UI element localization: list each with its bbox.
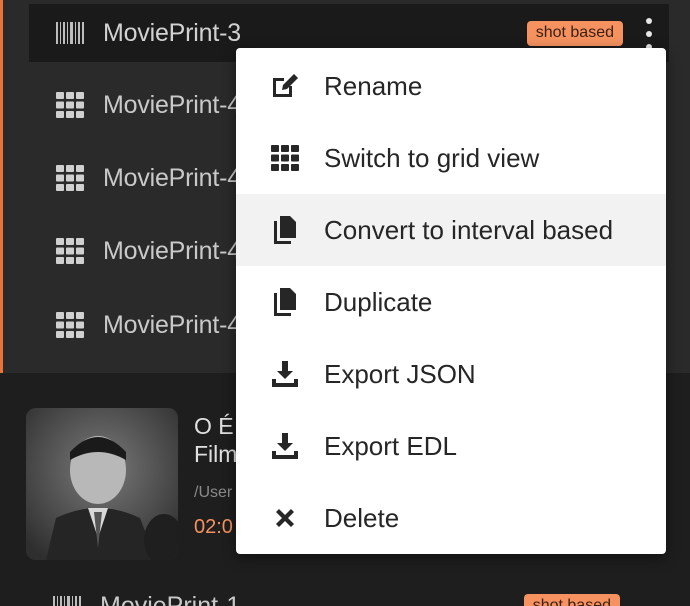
status-badge: shot based <box>526 21 623 46</box>
movieprint-label: MoviePrint-4 <box>103 163 241 192</box>
movieprint-label: MoviePrint-3 <box>103 18 241 47</box>
grid-icon <box>55 238 85 264</box>
close-icon <box>270 503 300 533</box>
copy-icon <box>270 287 300 317</box>
menu-item-label: Delete <box>324 502 400 533</box>
copy-icon <box>270 215 300 245</box>
menu-item-export-edl[interactable]: Export EDL <box>236 410 666 482</box>
movie-thumbnail <box>26 408 178 560</box>
download-icon <box>270 431 300 461</box>
grid-icon <box>270 143 300 173</box>
menu-item-label: Rename <box>324 70 423 101</box>
movie-title-line2: Film <box>194 441 238 467</box>
more-options-icon[interactable] <box>641 18 657 50</box>
menu-item-label: Duplicate <box>324 286 433 317</box>
menu-item-delete[interactable]: Delete <box>236 482 666 554</box>
movieprint-label: MoviePrint-4 <box>103 310 241 339</box>
movieprint-label: MoviePrint-4 <box>103 90 241 119</box>
movie-path: /User <box>194 484 233 501</box>
barcode-icon <box>52 594 82 606</box>
app-root: MoviePrint-3 shot based MoviePrint-4 Mov… <box>0 0 690 606</box>
movieprint-item-bottom[interactable]: MoviePrint-1 shot based <box>26 586 666 606</box>
grid-icon <box>55 92 85 118</box>
grid-icon <box>55 312 85 338</box>
movie-title: O É Film <box>194 412 237 468</box>
grid-icon <box>55 165 85 191</box>
movie-title-line1: O É <box>194 413 234 439</box>
edit-icon <box>270 71 300 101</box>
menu-item-label: Export JSON <box>324 358 476 389</box>
menu-item-label: Convert to interval based <box>324 214 614 245</box>
barcode-icon <box>55 20 85 46</box>
menu-item-label: Switch to grid view <box>324 142 540 173</box>
menu-item-export-json[interactable]: Export JSON <box>236 338 666 410</box>
menu-item-switch-grid[interactable]: Switch to grid view <box>236 122 666 194</box>
download-icon <box>270 359 300 389</box>
movieprint-label: MoviePrint-1 <box>100 592 241 606</box>
menu-item-label: Export EDL <box>324 430 457 461</box>
menu-item-convert[interactable]: Convert to interval based <box>236 194 666 266</box>
menu-item-duplicate[interactable]: Duplicate <box>236 266 666 338</box>
status-badge: shot based <box>523 594 620 606</box>
movie-duration: 02:0 <box>194 516 233 538</box>
movieprint-label: MoviePrint-4 <box>103 236 241 265</box>
context-menu: Rename Switch to grid view Convert to in… <box>236 48 666 554</box>
menu-item-rename[interactable]: Rename <box>236 50 666 122</box>
